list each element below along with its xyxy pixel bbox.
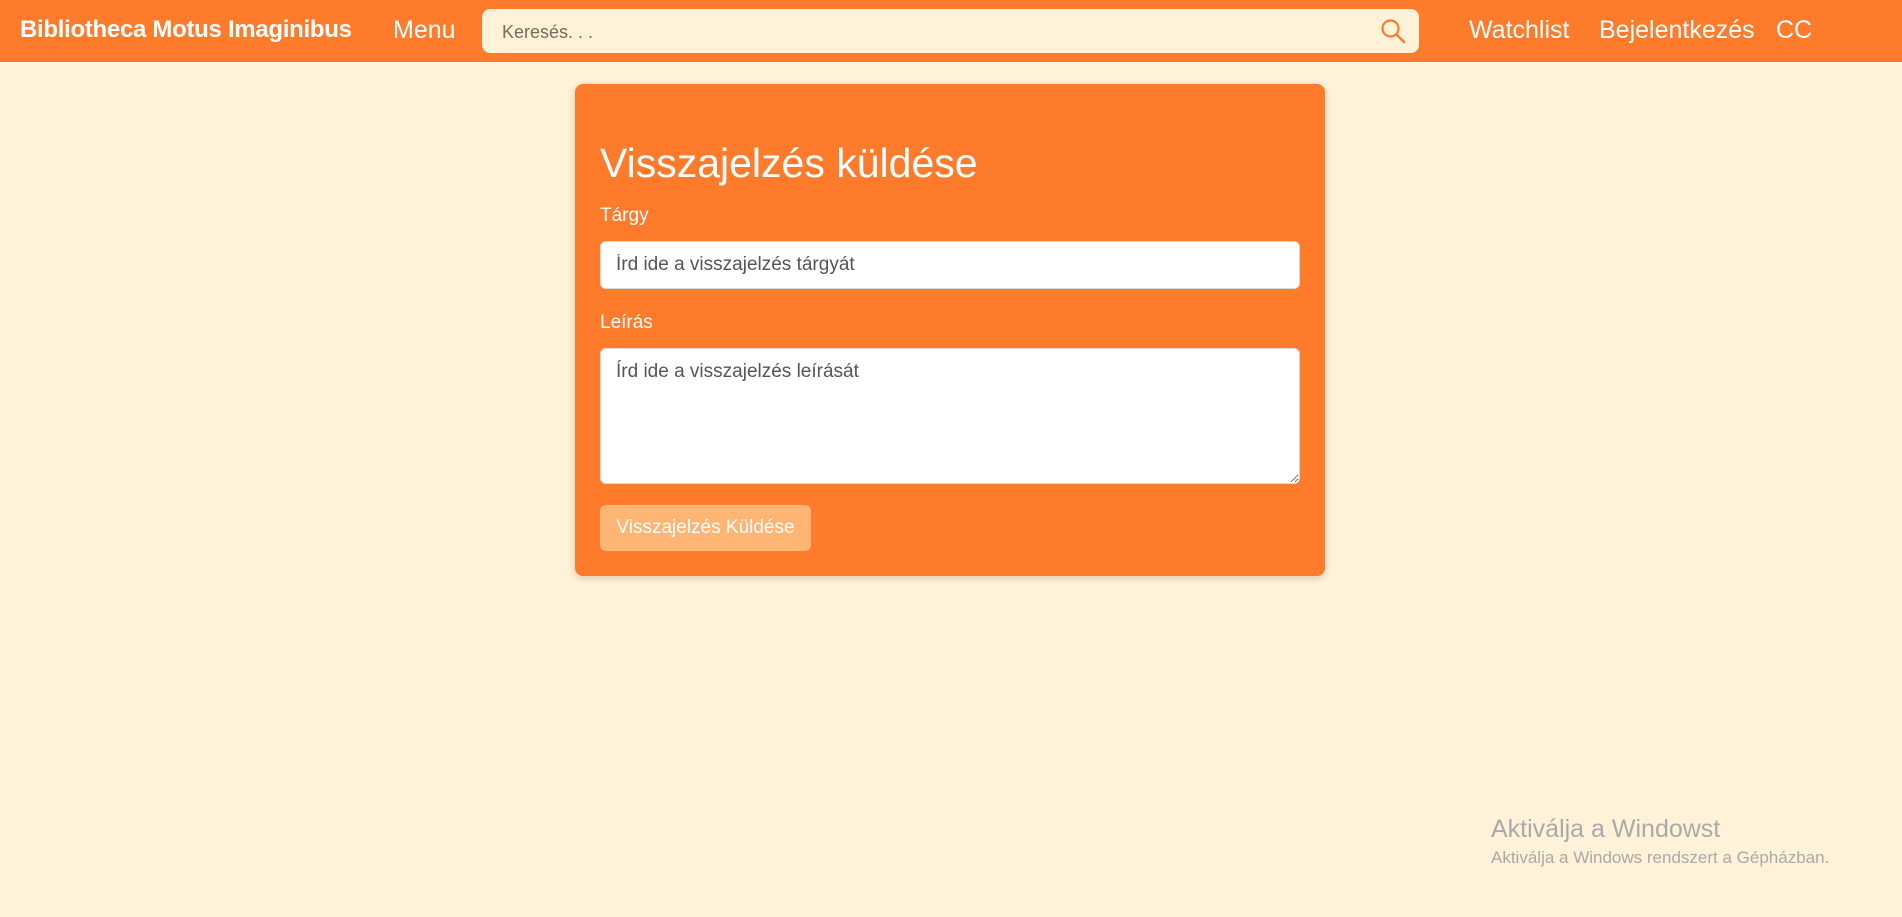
- windows-activation-subtitle: Aktiválja a Windows rendszert a Gépházba…: [1491, 848, 1830, 867]
- cc-link[interactable]: CC: [1776, 16, 1812, 45]
- search-bar: [482, 9, 1419, 55]
- menu-link[interactable]: Menu: [393, 16, 456, 45]
- search-input[interactable]: [500, 9, 1364, 55]
- windows-activation-title: Aktiválja a Windowst: [1491, 815, 1721, 843]
- search-icon: [1381, 19, 1406, 44]
- description-label: Leírás: [600, 312, 653, 333]
- watchlist-link[interactable]: Watchlist: [1469, 16, 1569, 45]
- submit-feedback-button[interactable]: Visszajelzés Küldése: [600, 505, 811, 551]
- login-link[interactable]: Bejelentkezés: [1599, 16, 1755, 45]
- subject-label: Tárgy: [600, 205, 649, 226]
- search-button[interactable]: [1377, 16, 1409, 46]
- top-navbar: Bibliotheca Motus Imaginibus Menu Watchl…: [0, 0, 1902, 62]
- brand-logo-link[interactable]: Bibliotheca Motus Imaginibus: [20, 16, 352, 44]
- page-title: Visszajelzés küldése: [600, 140, 978, 186]
- feedback-form-card: Visszajelzés küldése Tárgy Leírás Vissza…: [575, 84, 1325, 576]
- subject-input[interactable]: [600, 241, 1300, 289]
- description-textarea[interactable]: [600, 348, 1300, 484]
